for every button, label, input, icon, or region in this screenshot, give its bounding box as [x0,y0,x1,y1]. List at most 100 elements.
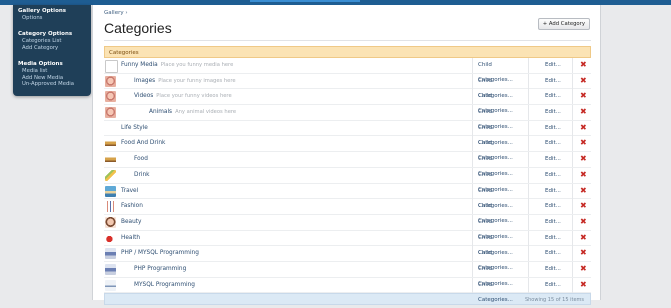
edit-link[interactable]: Edit... [530,183,573,199]
category-name[interactable]: Health [121,231,140,246]
edit-link[interactable]: Edit... [530,152,573,168]
delete-icon[interactable]: ✖ [580,76,587,85]
delete-icon[interactable]: ✖ [580,61,587,69]
child-categories-link[interactable]: Child Categories... [473,214,529,240]
child-categories-link[interactable]: Child Categories... [473,89,529,114]
delete-icon[interactable]: ✖ [580,155,587,163]
child-categories-link[interactable]: Child Categories... [473,136,529,161]
breadcrumb[interactable]: Gallery › [104,10,128,16]
category-name[interactable]: Food [134,152,148,167]
category-name[interactable]: Life Style [121,121,148,136]
category-name[interactable]: Fashion [121,199,143,214]
child-categories-link[interactable]: Child Categories... [473,105,529,130]
category-thumbnail-icon [105,232,116,244]
category-name-text[interactable]: Images [134,78,155,84]
category-thumbnail-icon [105,107,116,119]
category-name[interactable]: Beauty [121,215,141,230]
add-category-button[interactable]: + Add Category [537,18,590,30]
child-categories-link[interactable]: Child Categories... [473,73,529,99]
edit-link[interactable]: Edit... [530,214,573,230]
edit-link[interactable]: Edit... [530,73,573,89]
edit-link[interactable]: Edit... [530,89,573,105]
sidebar-item-add-category[interactable]: Add Category [13,45,91,52]
category-name-text[interactable]: Drink [134,172,150,178]
category-name-text[interactable]: PHP Programming [134,266,186,272]
table-row: Funny Media Place you funny media here Chi… [104,58,591,83]
category-thumbnail-icon [105,154,116,166]
category-name[interactable]: PHP Programming [134,262,186,277]
edit-link[interactable]: Edit... [530,246,573,262]
category-name-text[interactable]: Life Style [121,125,148,131]
edit-link[interactable]: Edit... [530,105,573,121]
delete-cell: ✖ [574,215,591,230]
category-name-text[interactable]: MYSQL Programming [134,282,195,288]
child-categories-link[interactable]: Child Categories... [473,246,529,271]
edit-link[interactable]: Edit... [530,58,573,73]
categories-table: Categories Funny Media Place you funny me… [104,46,591,306]
category-name[interactable]: Travel [121,184,138,199]
category-thumbnail-icon [105,169,116,181]
delete-icon[interactable]: ✖ [580,123,587,132]
category-thumbnail-icon [105,60,118,73]
top-bar-accent [250,0,360,2]
delete-cell: ✖ [574,121,591,136]
delete-icon[interactable]: ✖ [580,233,587,242]
category-cell: Funny Media Place you funny media here [104,58,473,73]
delete-icon[interactable]: ✖ [580,139,587,147]
category-name[interactable]: Animals Any animal videos here [149,105,236,120]
delete-icon[interactable]: ✖ [580,92,587,100]
child-categories-link[interactable]: Child Categories... [473,167,529,193]
category-name-text[interactable]: Fashion [121,203,143,209]
category-name[interactable]: Funny Media Place you funny media here [121,58,233,73]
delete-icon[interactable]: ✖ [580,170,587,179]
delete-icon[interactable]: ✖ [580,108,587,116]
delete-icon[interactable]: ✖ [580,264,587,273]
delete-icon[interactable]: ✖ [580,186,587,195]
child-categories-link[interactable]: Child Categories... [473,230,529,256]
category-name-text[interactable]: Beauty [121,219,141,225]
category-cell: Animals Any animal videos here [104,105,473,121]
child-categories-link[interactable]: Child Categories... [473,152,529,177]
category-name-text[interactable]: Animals [149,109,172,115]
delete-cell: ✖ [574,105,591,120]
category-name-text[interactable]: Funny Media [121,62,158,68]
category-name-text[interactable]: PHP / MYSQL Programming [121,250,199,256]
sidebar-item-options[interactable]: Options [13,15,91,22]
child-categories-link[interactable]: Child Categories... [473,277,529,303]
category-cell: PHP Programming [104,261,473,277]
delete-icon[interactable]: ✖ [580,202,587,210]
category-name-text[interactable]: Travel [121,188,138,194]
category-name-text[interactable]: Health [121,235,140,241]
category-name-text[interactable]: Videos [134,93,153,99]
child-categories-link[interactable]: Child Categories... [473,120,529,146]
category-thumbnail-icon [105,279,116,291]
category-name-text[interactable]: Food [134,156,148,162]
category-name[interactable]: Food And Drink [121,136,165,151]
table-row: PHP / MYSQL Programming Child Categories.… [104,246,591,271]
delete-icon[interactable]: ✖ [580,249,587,257]
category-name[interactable]: Drink [134,168,150,183]
edit-link[interactable]: Edit... [530,261,573,277]
category-name[interactable]: Videos Place your funny videos here [134,89,232,104]
category-description: Place your funny images here [158,77,236,84]
category-name-text[interactable]: Food And Drink [121,140,165,146]
category-name[interactable]: Images Place your funny images here [134,74,236,89]
child-categories-link[interactable]: Child Categories... [473,183,529,209]
child-categories-link[interactable]: Child Categories... [473,58,529,83]
delete-icon[interactable]: ✖ [580,280,587,289]
table-row: PHP Programming Child Categories... Edit..… [104,261,591,287]
edit-link[interactable]: Edit... [530,230,573,246]
edit-link[interactable]: Edit... [530,277,573,293]
edit-link[interactable]: Edit... [530,120,573,136]
delete-icon[interactable]: ✖ [580,217,587,226]
child-categories-link[interactable]: Child Categories... [473,199,529,224]
table-row: Life Style Child Categories... Edit... ✖ [104,120,591,146]
edit-link[interactable]: Edit... [530,167,573,183]
sidebar-item-unapproved-media[interactable]: Un-Approved Media [13,81,91,88]
child-categories-link[interactable]: Child Categories... [473,261,529,287]
edit-link[interactable]: Edit... [530,136,573,152]
edit-link[interactable]: Edit... [530,199,573,215]
category-name[interactable]: PHP / MYSQL Programming [121,246,199,261]
category-name[interactable]: MYSQL Programming [134,278,195,293]
delete-cell: ✖ [574,168,591,183]
